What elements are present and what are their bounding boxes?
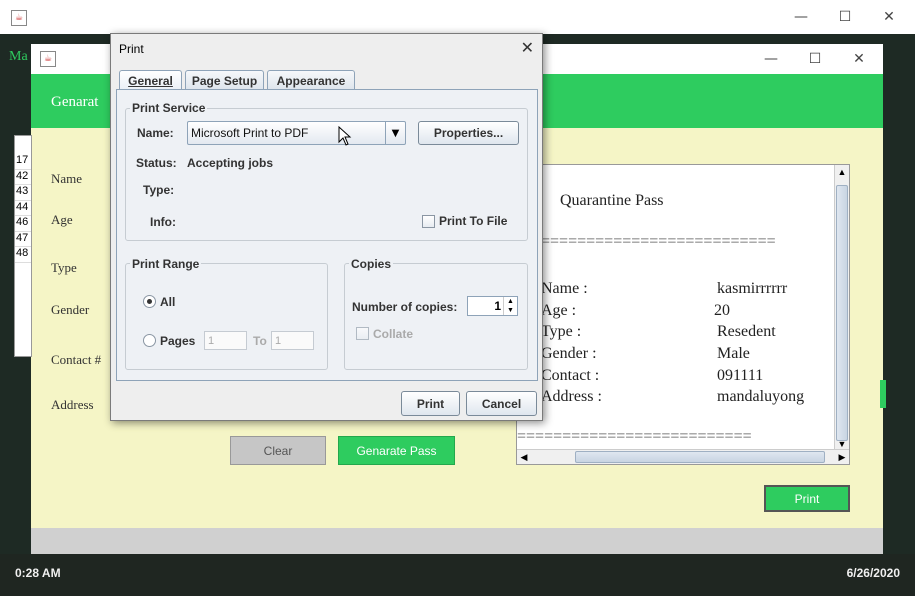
receipt-row-value: 20: [714, 302, 730, 319]
print-to-file-label: Print To File: [439, 214, 508, 228]
java-app-icon: ☕: [40, 51, 56, 67]
tab-page-setup[interactable]: Page Setup: [185, 70, 264, 90]
printer-select-value: Microsoft Print to PDF: [191, 126, 309, 140]
receipt-vertical-scrollbar[interactable]: ▲ ▼: [834, 165, 849, 451]
contact-label: Contact #: [51, 352, 102, 367]
print-range-title: Print Range: [130, 257, 202, 271]
tab-appearance[interactable]: Appearance: [267, 70, 355, 90]
receipt-title: Quarantine Pass: [560, 192, 664, 209]
dialog-cancel-button[interactable]: Cancel: [466, 391, 537, 416]
scroll-up-icon[interactable]: ▲: [835, 165, 849, 179]
scroll-left-icon[interactable]: ◀: [517, 450, 531, 464]
side-accent: [880, 380, 886, 408]
dialog-title: Print: [119, 42, 144, 56]
address-label: Address: [51, 397, 94, 412]
list-item[interactable]: 46: [15, 216, 31, 232]
name-field-label: Name:: [137, 126, 174, 140]
list-item[interactable]: 17: [15, 154, 31, 170]
print-service-title: Print Service: [130, 101, 208, 115]
type-field-label: Type:: [143, 183, 175, 197]
copies-spinner[interactable]: 1 ▲ ▼: [467, 296, 518, 316]
maximize-icon[interactable]: ☐: [792, 44, 838, 74]
general-tab-panel: Print Service Name: Microsoft Print to P…: [116, 89, 538, 381]
all-radio[interactable]: [143, 295, 156, 308]
print-dialog: Print ✕ General Page Setup Appearance Pr…: [110, 33, 543, 421]
list-item[interactable]: 42: [15, 170, 31, 185]
all-radio-label: All: [160, 295, 176, 309]
print-range-group: [125, 263, 328, 370]
receipt-row-value: Resedent: [717, 323, 776, 340]
status-bar: 0:28 AM 6/26/2020: [0, 554, 915, 596]
print-button[interactable]: Print: [764, 485, 850, 512]
printer-select[interactable]: Microsoft Print to PDF ▼: [187, 121, 406, 145]
collate-checkbox[interactable]: [356, 327, 369, 340]
outer-window-text: Ma: [9, 49, 28, 64]
receipt-row-label: Name :: [541, 280, 588, 297]
maximize-icon[interactable]: ☐: [822, 0, 868, 34]
receipt-text-area[interactable]: Quarantine Pass ========================…: [516, 164, 850, 465]
generate-pass-button[interactable]: Genarate Pass: [338, 436, 455, 465]
receipt-row-label: Gender :: [541, 345, 597, 362]
scroll-right-icon[interactable]: ▶: [835, 450, 849, 464]
mouse-cursor-icon: [338, 126, 352, 146]
copies-group: [344, 263, 528, 370]
receipt-row-label: Address :: [541, 388, 602, 405]
java-app-icon: ☕: [11, 10, 27, 26]
receipt-separator-top: ==========================: [541, 233, 776, 250]
dialog-print-button[interactable]: Print: [401, 391, 460, 416]
gender-label: Gender: [51, 302, 90, 317]
record-list[interactable]: 17 42 43 44 46 47 48: [14, 135, 32, 357]
pages-from-field[interactable]: 1: [204, 331, 247, 350]
to-label: To: [253, 334, 267, 348]
minimize-icon[interactable]: —: [778, 0, 824, 34]
vertical-scroll-thumb[interactable]: [836, 185, 848, 441]
spinner-down-icon[interactable]: ▼: [503, 306, 517, 315]
status-value: Accepting jobs: [187, 156, 274, 170]
status-label: Status:: [136, 156, 177, 170]
receipt-separator-bottom: ==========================: [517, 428, 752, 445]
horizontal-scroll-thumb[interactable]: [575, 451, 825, 463]
close-icon[interactable]: ✕: [866, 0, 912, 34]
number-of-copies-label: Number of copies:: [352, 300, 458, 314]
app-bottom-strip: [31, 528, 883, 554]
chevron-down-icon[interactable]: ▼: [385, 122, 405, 144]
collate-label: Collate: [373, 327, 414, 341]
print-to-file-checkbox[interactable]: [422, 215, 435, 228]
name-label: Name: [51, 171, 83, 186]
info-field-label: Info:: [150, 215, 176, 229]
receipt-horizontal-scrollbar[interactable]: ◀ ▶: [517, 449, 849, 464]
receipt-row-value: 091111: [717, 367, 764, 384]
type-label: Type: [51, 260, 77, 275]
minimize-icon[interactable]: —: [748, 44, 794, 74]
clear-button[interactable]: Clear: [230, 436, 326, 465]
receipt-row-value: kasmirrrrrr: [717, 280, 788, 297]
status-time: 0:28 AM: [15, 566, 61, 580]
copies-title: Copies: [349, 257, 394, 271]
copies-value: 1: [494, 299, 501, 313]
tab-general[interactable]: General: [119, 70, 182, 90]
properties-button[interactable]: Properties...: [418, 121, 519, 145]
pages-radio-label: Pages: [160, 334, 196, 348]
status-date: 6/26/2020: [846, 566, 900, 580]
dialog-close-icon[interactable]: ✕: [521, 38, 534, 57]
receipt-row-value: mandaluyong: [717, 388, 805, 405]
radio-selected-dot: [147, 299, 152, 304]
outer-window-titlebar: ☕ — ☐ ✕: [0, 0, 915, 34]
receipt-row-label: Contact :: [541, 367, 600, 384]
close-icon[interactable]: ✕: [836, 44, 882, 74]
banner-title: Genarat: [51, 94, 99, 110]
pages-to-field[interactable]: 1: [271, 331, 314, 350]
spinner-up-icon[interactable]: ▲: [503, 297, 517, 306]
receipt-row-label: Age :: [541, 302, 577, 319]
pages-radio[interactable]: [143, 334, 156, 347]
list-item[interactable]: 43: [15, 185, 31, 201]
receipt-row-value: Male: [717, 345, 750, 362]
list-item[interactable]: 44: [15, 201, 31, 216]
list-item[interactable]: 47: [15, 232, 31, 247]
receipt-row-label: Type :: [541, 323, 582, 340]
age-label: Age: [51, 212, 73, 227]
list-item[interactable]: 48: [15, 247, 31, 263]
